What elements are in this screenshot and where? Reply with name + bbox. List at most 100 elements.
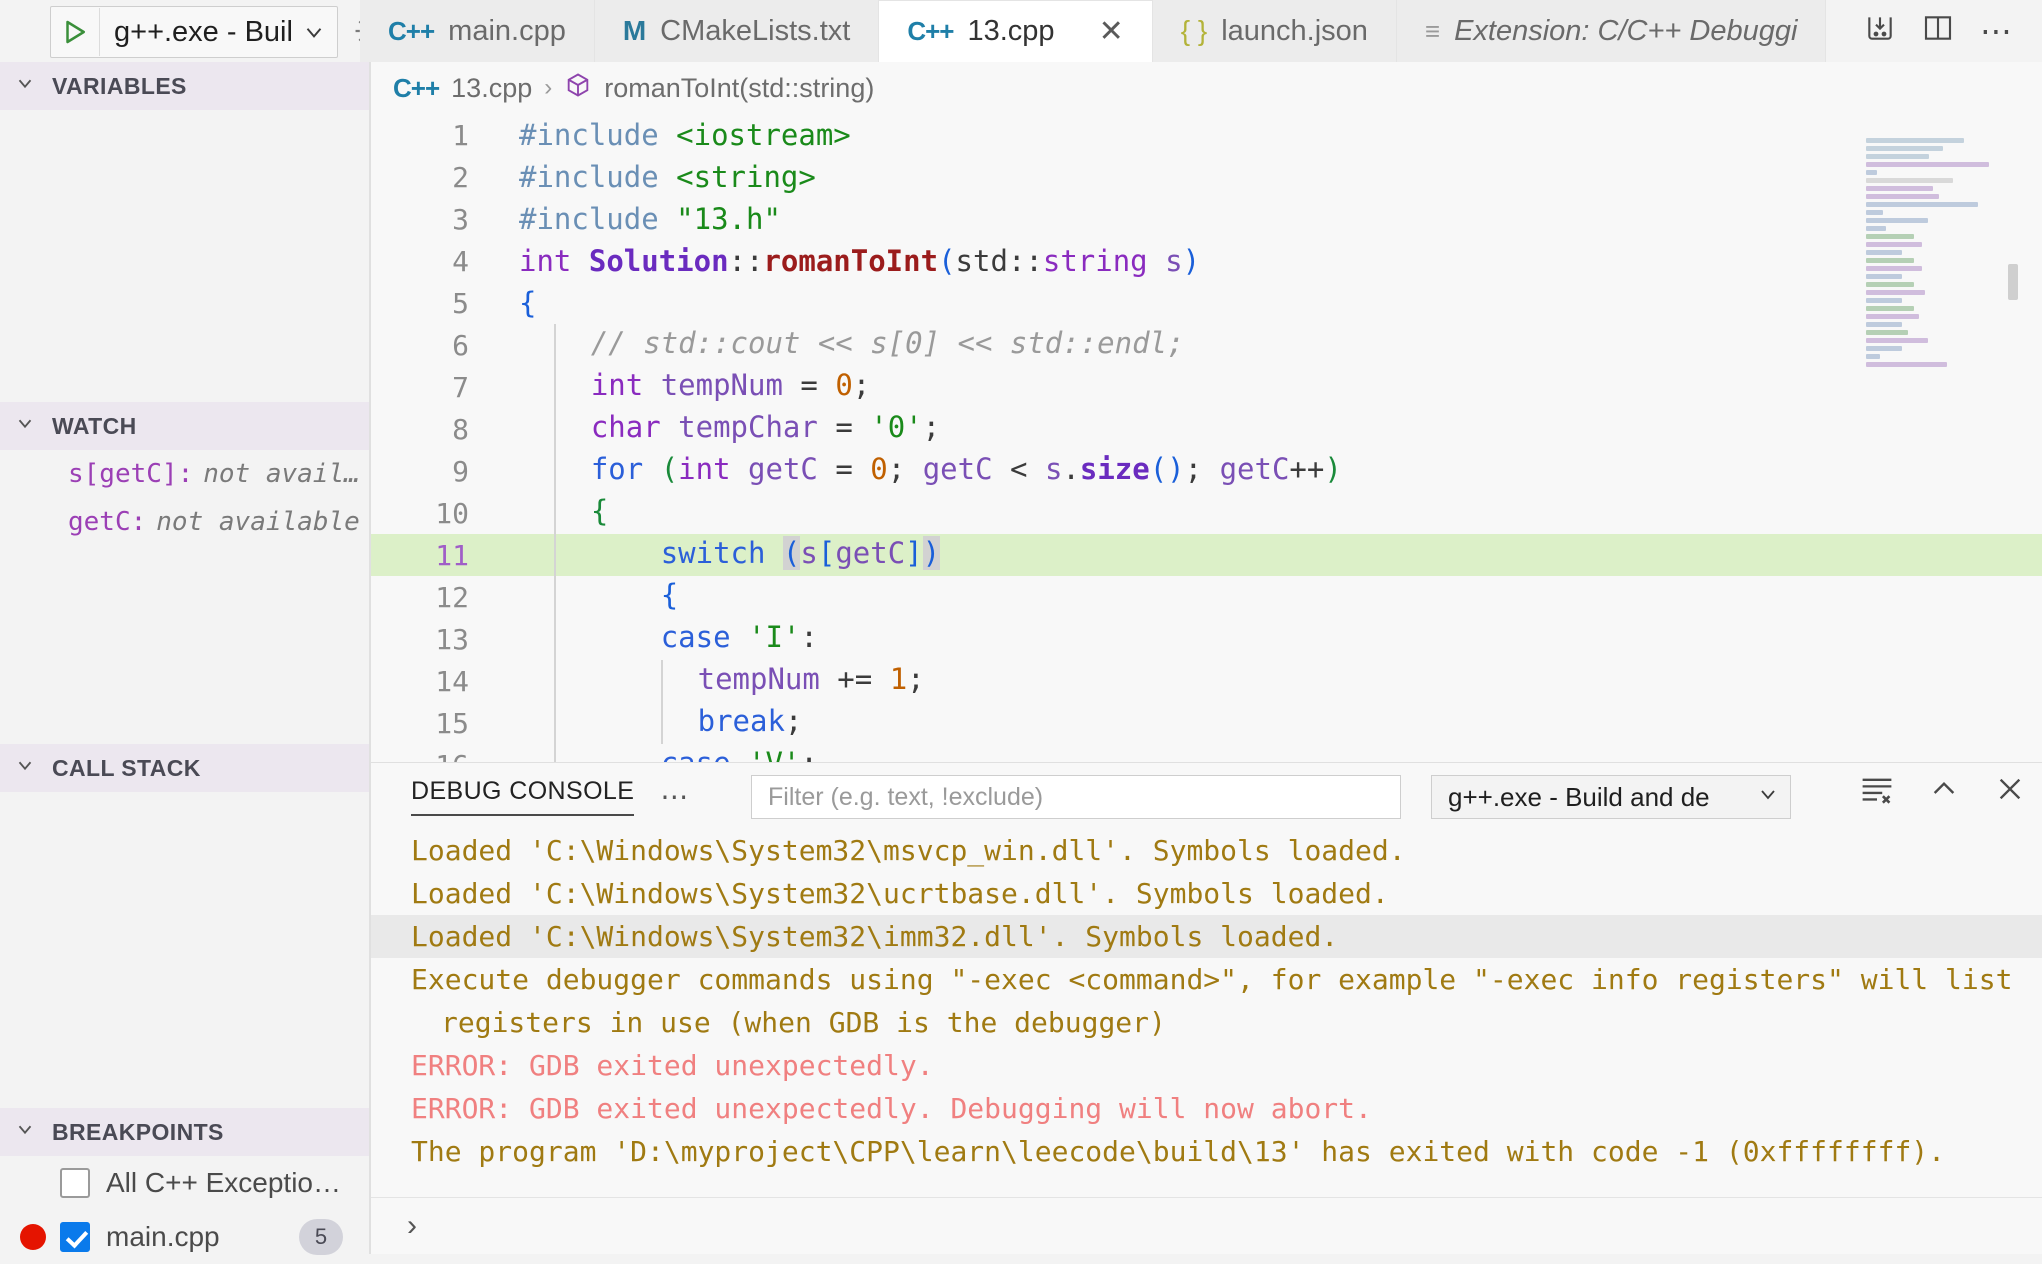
more-actions-icon[interactable]: ⋯ [1980, 12, 2012, 50]
filter-input[interactable]: Filter (e.g. text, !exclude) [751, 775, 1401, 819]
console-line: Execute debugger commands using "-exec <… [411, 963, 2013, 996]
watch-item[interactable]: s[getC]: not avail… [0, 450, 369, 498]
watch-item[interactable]: getC: not available [0, 498, 369, 546]
line-number: 16 [371, 749, 497, 763]
breakpoint-count-badge: 5 [299, 1219, 343, 1255]
breakpoint-row[interactable]: main.cpp 5 [0, 1210, 369, 1264]
console-line-error: ERROR: GDB exited unexpectedly. [411, 1049, 934, 1082]
console-line: registers in use (when GDB is the debugg… [441, 1006, 1166, 1039]
line-content: case 'V': [497, 744, 818, 762]
breadcrumb-file[interactable]: 13.cpp [451, 73, 532, 104]
cpp-icon: C++ [393, 72, 440, 103]
run-and-debug-icon[interactable] [1864, 12, 1896, 51]
close-icon[interactable]: ✕ [1099, 16, 1124, 47]
line-content: switch (s[getC]) [497, 534, 941, 576]
tab-label: CMakeLists.txt [660, 14, 851, 47]
breakpoint-label: All C++ Exceptio… [106, 1167, 341, 1198]
collapse-panel-icon[interactable] [1928, 773, 1960, 812]
chevron-down-icon [14, 72, 36, 100]
chevron-right-icon: › [544, 74, 553, 101]
close-panel-icon[interactable] [1994, 773, 2026, 812]
chevron-down-icon[interactable] [301, 19, 337, 45]
line-content: #include "13.h" [519, 202, 781, 236]
code-lines[interactable]: 1 #include <iostream> 2 #include <string… [371, 114, 2042, 762]
tab-debug-console[interactable]: DEBUG CONSOLE [411, 777, 635, 816]
line-content: #include <iostream> [519, 118, 851, 152]
tab-extension-cpp-debugging[interactable]: ≡ Extension: C/C++ Debuggi [1396, 0, 1827, 62]
line-number: 5 [452, 286, 469, 320]
filter-placeholder: Filter (e.g. text, !exclude) [768, 782, 1044, 811]
line-number: 3 [452, 202, 469, 236]
breadcrumb-symbol[interactable]: romanToInt(std::string) [604, 73, 874, 104]
json-icon: { } [1180, 15, 1208, 46]
code-line-current-execution: 11 switch (s[getC]) [371, 534, 2042, 576]
code-line: 15 break; [371, 702, 2042, 744]
panel-more-icon[interactable]: ⋯ [660, 780, 691, 813]
top-bar: g++.exe - Buil C++ main.cpp M CMakeLists… [0, 0, 2042, 62]
line-number: 1 [452, 118, 469, 152]
editor-scrollbar[interactable] [2008, 264, 2018, 300]
console-input[interactable]: › [371, 1197, 2042, 1254]
line-number: 14 [435, 664, 469, 698]
pane-header-watch[interactable]: WATCH [0, 402, 369, 450]
minimap[interactable] [1866, 138, 2006, 408]
line-number: 4 [452, 244, 469, 278]
tab-cmakelists-txt[interactable]: M CMakeLists.txt [594, 0, 880, 62]
console-line-error: ERROR: GDB exited unexpectedly. Debuggin… [411, 1092, 1372, 1125]
watch-value: not avail… [203, 459, 360, 489]
session-selector[interactable]: g++.exe - Build and de [1431, 775, 1791, 819]
code-line: 14 tempNum += 1; [371, 660, 2042, 702]
debug-sidebar: VARIABLES WATCH s[getC]: not avail… getC… [0, 62, 370, 1264]
code-line: 8 char tempChar = '0'; [371, 408, 2042, 450]
pane-title: BREAKPOINTS [52, 1118, 224, 1145]
editor-tab-bar: C++ main.cpp M CMakeLists.txt C++ 13.cpp… [360, 0, 1827, 62]
breadcrumb: C++ 13.cpp › romanToInt(std::string) [371, 62, 2042, 114]
line-number: 12 [435, 580, 469, 614]
code-line: 3 #include "13.h" [371, 198, 2042, 240]
line-number: 6 [452, 328, 469, 362]
breakpoint-checkbox[interactable] [60, 1168, 90, 1198]
editor-tab-actions: ⋯ [1842, 0, 2034, 62]
line-number: 2 [452, 160, 469, 194]
debug-config-label[interactable]: g++.exe - Buil [100, 8, 301, 56]
breakpoint-label: main.cpp [106, 1221, 220, 1252]
clear-console-icon[interactable] [1860, 774, 1894, 811]
line-content: char tempChar = '0'; [497, 408, 940, 450]
play-icon[interactable] [51, 8, 100, 56]
tab-launch-json[interactable]: { } launch.json [1152, 0, 1397, 62]
breakpoint-checkbox[interactable] [60, 1222, 90, 1252]
code-line: 6 // std::cout << s[0] << std::endl; [371, 324, 2042, 366]
debug-launch-control[interactable]: g++.exe - Buil [50, 6, 338, 58]
code-line: 1 #include <iostream> [371, 114, 2042, 156]
line-content: break; [497, 702, 802, 744]
line-content: int tempNum = 0; [497, 366, 870, 408]
chevron-down-icon [14, 754, 36, 782]
tab-13-cpp[interactable]: C++ 13.cpp ✕ [879, 0, 1153, 62]
code-line: 12 { [371, 576, 2042, 618]
pane-body-watch: s[getC]: not avail… getC: not available [0, 450, 369, 744]
console-line: Loaded 'C:\Windows\System32\msvcp_win.dl… [411, 834, 1406, 867]
panel-header: DEBUG CONSOLE ⋯ Filter (e.g. text, !excl… [371, 763, 2042, 829]
console-output[interactable]: Loaded 'C:\Windows\System32\msvcp_win.dl… [371, 829, 2042, 1211]
pane-header-breakpoints[interactable]: BREAKPOINTS [0, 1108, 369, 1156]
watch-value: not available [156, 507, 360, 537]
split-editor-icon[interactable] [1922, 12, 1954, 51]
line-number: 13 [435, 622, 469, 656]
line-content: case 'I': [497, 618, 818, 660]
line-number: 9 [452, 454, 469, 488]
debug-console-panel: DEBUG CONSOLE ⋯ Filter (e.g. text, !excl… [371, 762, 2042, 1254]
tab-main-cpp[interactable]: C++ main.cpp [360, 0, 595, 62]
code-line: 4 int Solution::romanToInt(std::string s… [371, 240, 2042, 282]
line-content: tempNum += 1; [497, 660, 925, 702]
line-content: { [519, 286, 537, 320]
code-line: 10 { [371, 492, 2042, 534]
chevron-down-icon [14, 412, 36, 440]
line-number: 15 [435, 706, 469, 740]
pane-header-variables[interactable]: VARIABLES [0, 62, 369, 110]
line-number: 8 [452, 412, 469, 446]
pane-title: CALL STACK [52, 754, 201, 781]
pane-header-call-stack[interactable]: CALL STACK [0, 744, 369, 792]
breakpoint-row[interactable]: All C++ Exceptio… [0, 1156, 369, 1210]
line-number: 7 [452, 370, 469, 404]
vscode-window: g++.exe - Buil C++ main.cpp M CMakeLists… [0, 0, 2042, 1264]
